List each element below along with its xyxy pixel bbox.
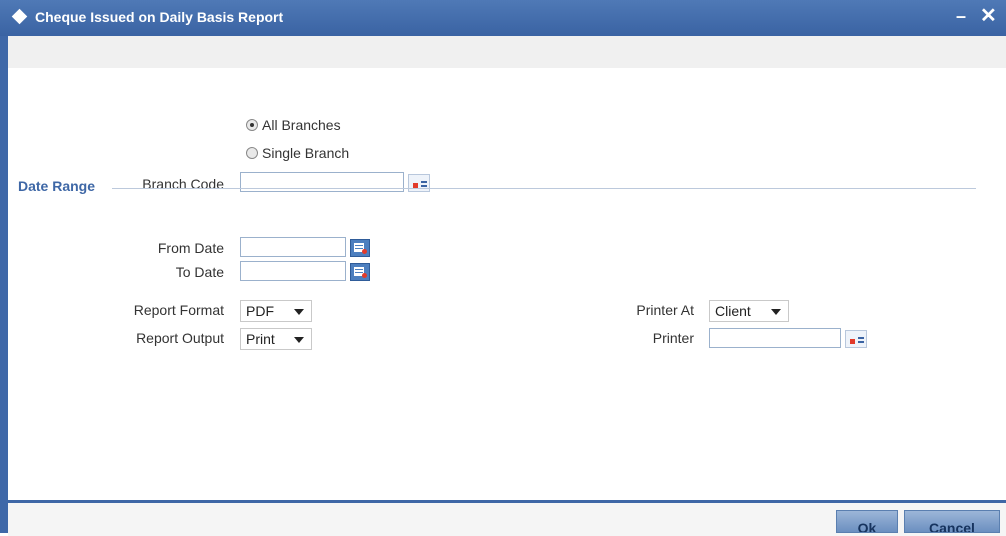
window-title: Cheque Issued on Daily Basis Report: [35, 9, 284, 25]
ok-button[interactable]: Ok: [836, 510, 898, 533]
printer-at-label: Printer At: [636, 302, 694, 318]
from-date-input[interactable]: [240, 237, 346, 257]
minimize-icon[interactable]: –: [956, 6, 966, 27]
printer-lov-icon[interactable]: [845, 330, 867, 348]
single-branch-radio[interactable]: [246, 147, 258, 159]
to-date-label: To Date: [175, 264, 224, 280]
report-format-label: Report Format: [133, 302, 224, 318]
from-date-label: From Date: [157, 240, 224, 256]
date-range-section-title: Date Range: [18, 178, 96, 194]
all-branches-radio[interactable]: [246, 119, 258, 131]
printer-input[interactable]: [709, 328, 841, 348]
close-icon[interactable]: ✕: [980, 3, 997, 28]
toolbar: [8, 36, 1006, 69]
report-form: All Branches Single Branch Branch Code D…: [8, 68, 1006, 500]
printer-at-value: Client: [715, 303, 751, 319]
chevron-down-icon: [294, 337, 304, 343]
chevron-down-icon: [294, 309, 304, 315]
single-branch-label: Single Branch: [262, 145, 350, 161]
to-date-input[interactable]: [240, 261, 346, 281]
all-branches-radio-row[interactable]: All Branches: [246, 117, 341, 133]
chevron-down-icon: [771, 309, 781, 315]
printer-label: Printer: [652, 330, 694, 346]
report-output-label: Report Output: [136, 330, 224, 346]
branch-code-input[interactable]: [240, 172, 404, 192]
report-output-select[interactable]: Print: [240, 328, 312, 350]
report-format-value: PDF: [246, 303, 274, 319]
to-date-calendar-icon[interactable]: [350, 263, 370, 281]
title-bar: Cheque Issued on Daily Basis Report – ✕: [0, 0, 1006, 36]
cancel-button[interactable]: Cancel: [904, 510, 1000, 533]
window-diamond-icon: [11, 8, 28, 25]
from-date-calendar-icon[interactable]: [350, 239, 370, 257]
window-left-border: [0, 36, 8, 533]
report-format-select[interactable]: PDF: [240, 300, 312, 322]
report-output-value: Print: [246, 331, 275, 347]
date-range-divider: [112, 188, 976, 189]
branch-code-lov-icon[interactable]: [408, 174, 430, 192]
single-branch-radio-row[interactable]: Single Branch: [246, 145, 349, 161]
printer-at-select[interactable]: Client: [709, 300, 789, 322]
all-branches-label: All Branches: [262, 117, 341, 133]
